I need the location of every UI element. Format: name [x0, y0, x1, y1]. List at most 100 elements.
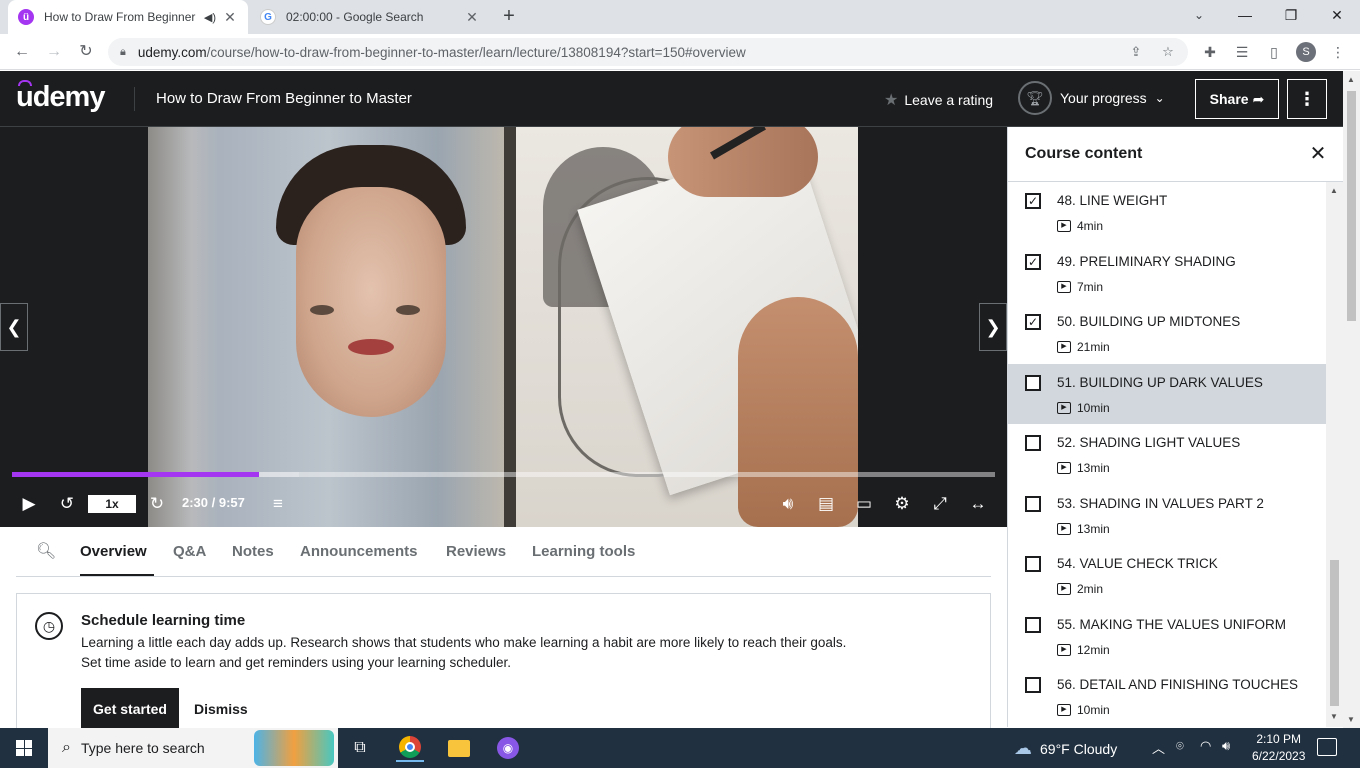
lecture-title: 52. SHADING LIGHT VALUES [1057, 435, 1241, 450]
lecture-checkbox[interactable] [1025, 556, 1041, 572]
expand-view-icon[interactable]: ↔ [966, 493, 990, 515]
lecture-item[interactable]: 51. BUILDING UP DARK VALUES ▶ 10min [1008, 363, 1326, 424]
scroll-up-icon[interactable]: ▲ [1347, 75, 1355, 84]
reload-icon[interactable]: ↻ [74, 40, 98, 64]
lecture-checkbox[interactable]: ✓ [1025, 314, 1041, 330]
taskbar-search[interactable]: ⌕ Type here to search [48, 728, 338, 768]
settings-gear-icon[interactable]: ⚙ [890, 493, 914, 515]
course-title[interactable]: How to Draw From Beginner to Master [156, 90, 412, 107]
notification-center-icon[interactable] [1317, 738, 1337, 756]
sidebar-header: Course content ✕ [1008, 127, 1344, 182]
dismiss-button[interactable]: Dismiss [194, 688, 248, 730]
share-page-icon[interactable]: ⇪ [1126, 42, 1146, 62]
bookmark-star-icon[interactable]: ☆ [1158, 42, 1178, 62]
close-window-button[interactable]: ✕ [1314, 0, 1360, 30]
github-desktop-icon[interactable]: ◉ [494, 734, 522, 762]
lecture-checkbox[interactable] [1025, 374, 1041, 391]
volume-icon[interactable]: 🔊︎ [776, 493, 800, 515]
close-icon[interactable]: ✕ [1306, 142, 1330, 166]
leave-rating-button[interactable]: ★ Leave a rating [884, 90, 993, 110]
page-scrollbar[interactable]: ▲ ▼ [1343, 71, 1360, 728]
lecture-item[interactable]: ✓ 50. BUILDING UP MIDTONES ▶ 21min [1008, 303, 1326, 363]
browser-tab-udemy[interactable]: ü How to Draw From Beginner ◀) ✕ [8, 0, 248, 34]
more-options-icon[interactable]: ⋮ [1287, 79, 1327, 119]
video-player[interactable]: ❮ ❯ ▶ ↺ 1x ↻ 2:30 / 9:57 ≡ 🔊︎ ▤ ▭ ⚙ ⤢ ↔ [0, 127, 1007, 527]
weather-widget[interactable]: ☁ 69°F Cloudy [1014, 738, 1117, 759]
get-started-button[interactable]: Get started [81, 688, 179, 730]
profile-avatar[interactable]: S [1296, 42, 1316, 62]
scroll-down-icon[interactable]: ▼ [1347, 715, 1355, 724]
share-arrow-icon: ➦ [1252, 90, 1265, 107]
system-clock[interactable]: 2:10 PM 6/22/2023 [1252, 731, 1305, 765]
previous-lecture-button[interactable]: ❮ [0, 303, 28, 351]
chrome-taskbar-icon[interactable] [396, 734, 424, 762]
sidebar-scrollbar[interactable]: ▲ ▼ [1326, 182, 1343, 727]
reading-list-icon[interactable]: ☰ [1232, 42, 1252, 62]
scroll-thumb[interactable] [1347, 91, 1356, 321]
lecture-item[interactable]: 55. MAKING THE VALUES UNIFORM ▶ 12min [1008, 606, 1326, 666]
forward-icon[interactable]: → [42, 40, 66, 64]
tab-learning-tools[interactable]: Learning tools [532, 543, 635, 560]
start-button[interactable] [0, 728, 48, 768]
speaker-icon[interactable]: ◀) [204, 11, 216, 24]
lecture-item[interactable]: 56. DETAIL AND FINISHING TOUCHES ▶ 10min [1008, 666, 1326, 726]
transcript-icon[interactable]: ▤ [814, 493, 838, 515]
captions-icon[interactable]: ▭ [852, 493, 876, 515]
task-view-icon[interactable]: ⧉ [346, 734, 374, 762]
wifi-icon[interactable]: ◠ [1200, 738, 1211, 754]
volume-icon[interactable]: 🔊︎ [1222, 738, 1230, 754]
lecture-checkbox[interactable] [1025, 677, 1041, 693]
next-lecture-button[interactable]: ❯ [979, 303, 1007, 351]
taskbar-search-placeholder: Type here to search [80, 740, 205, 756]
scroll-up-icon[interactable]: ▲ [1330, 186, 1338, 195]
file-explorer-icon[interactable] [445, 734, 473, 762]
play-video-icon: ▶ [1057, 220, 1071, 232]
lecture-item[interactable]: 52. SHADING LIGHT VALUES ▶ 13min [1008, 424, 1326, 484]
new-tab-button[interactable]: + [498, 5, 520, 27]
tab-search-icon[interactable]: ⌄ [1188, 4, 1210, 26]
play-icon[interactable]: ▶ [18, 493, 40, 515]
lecture-checkbox[interactable]: ✓ [1025, 193, 1041, 209]
tab-overview[interactable]: Overview [80, 543, 147, 560]
lecture-item[interactable]: ✓ 48. LINE WEIGHT ▶ 4min [1008, 182, 1326, 242]
lecture-checkbox[interactable] [1025, 435, 1041, 451]
minimize-button[interactable]: — [1222, 0, 1268, 30]
lecture-checkbox[interactable] [1025, 495, 1041, 512]
webcam-icon[interactable]: ⌾ [1176, 738, 1184, 754]
rewind-5-icon[interactable]: ↺ [56, 493, 78, 515]
scroll-down-icon[interactable]: ▼ [1330, 712, 1338, 721]
tab-reviews[interactable]: Reviews [446, 543, 506, 560]
tab-notes[interactable]: Notes [232, 543, 274, 560]
lecture-checkbox[interactable] [1025, 616, 1041, 633]
duration-text: 13min [1077, 521, 1110, 536]
lecture-checkbox[interactable]: ✓ [1025, 253, 1041, 270]
browser-tab-google[interactable]: G 02:00:00 - Google Search ✕ [250, 0, 490, 34]
search-icon[interactable]: 🔍︎ [36, 541, 56, 561]
lecture-item[interactable]: ✓ 49. PRELIMINARY SHADING ▶ 7min [1008, 243, 1326, 303]
lecture-item[interactable]: 53. SHADING IN VALUES PART 2 ▶ 13min [1008, 485, 1326, 545]
back-icon[interactable]: ← [10, 40, 34, 64]
playback-speed-button[interactable]: 1x [88, 495, 136, 513]
add-note-icon[interactable]: ≡ [266, 493, 290, 515]
forward-5-icon[interactable]: ↻ [146, 493, 168, 515]
google-icon: G [260, 9, 276, 25]
side-panel-icon[interactable]: ▯ [1264, 42, 1284, 62]
lecture-item[interactable]: 54. VALUE CHECK TRICK ▶ 2min [1008, 545, 1326, 605]
progress-dropdown[interactable]: 🏆︎ Your progress ⌄ [1018, 81, 1165, 115]
search-highlight-image [254, 730, 334, 766]
browser-menu-icon[interactable]: ⋮ [1328, 42, 1348, 62]
show-hidden-icons-icon[interactable]: ︿ [1152, 738, 1165, 757]
share-button[interactable]: Share ➦ [1195, 79, 1279, 119]
extensions-icon[interactable]: ✚ [1200, 42, 1220, 62]
udemy-logo[interactable]: udemy [16, 81, 105, 114]
scroll-thumb[interactable] [1330, 560, 1339, 706]
close-tab-icon[interactable]: ✕ [464, 9, 480, 26]
close-tab-icon[interactable]: ✕ [222, 9, 238, 26]
address-bar[interactable]: 🔒︎ udemy.com/course/how-to-draw-from-beg… [108, 38, 1188, 66]
restore-button[interactable]: ❐ [1268, 0, 1314, 30]
tab-announcements[interactable]: Announcements [300, 543, 418, 560]
duration-text: 4min [1077, 219, 1104, 233]
seek-bar[interactable] [12, 472, 995, 477]
fullscreen-icon[interactable]: ⤢ [928, 493, 952, 515]
tab-qa[interactable]: Q&A [173, 543, 206, 560]
